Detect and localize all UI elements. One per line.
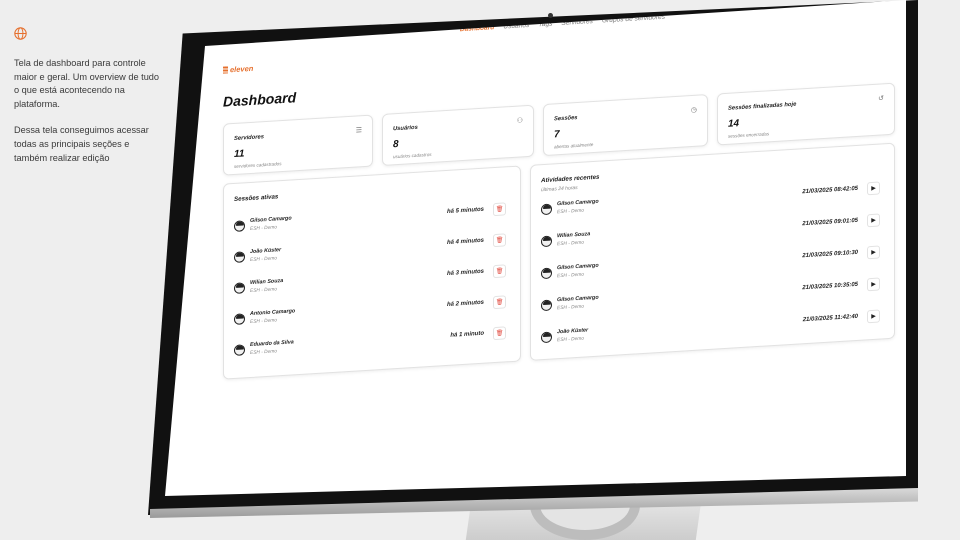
list-item: Eduardo da Silva ESH - Demo há 1 minuto 🗑 (234, 325, 510, 364)
row-time: há 4 minutos (446, 237, 484, 246)
row-time: 21/03/2025 09:01:05 (802, 217, 858, 228)
row-time: 21/03/2025 08:42:05 (802, 185, 858, 196)
users-icon: ⚇ (516, 117, 523, 125)
row-time: 21/03/2025 11:42:40 (802, 313, 858, 324)
user-name: Gilson Camargo (557, 294, 599, 304)
history-icon: ↺ (878, 95, 884, 103)
stat-subtitle: sessões encerradas (728, 131, 770, 139)
user-org: ESH - Demo (557, 272, 584, 280)
dashboard-app: Dashboard Usuários Tags Servidores Grupo… (185, 0, 905, 455)
row-time: há 1 minuto (450, 330, 484, 339)
row-time: 21/03/2025 09:10:30 (802, 249, 858, 260)
user-org: ESH - Demo (250, 256, 277, 264)
stat-label: Servidores (234, 134, 264, 143)
panel-title: Sessões ativas (234, 193, 279, 204)
delete-session-button[interactable]: 🗑 (493, 264, 506, 279)
avatar (541, 299, 552, 312)
stat-subtitle: servidores cadastrados (234, 161, 282, 170)
server-icon: ☰ (355, 127, 362, 135)
play-icon: ▶ (871, 249, 876, 257)
avatar (541, 203, 552, 216)
delete-session-button[interactable]: 🗑 (493, 202, 506, 217)
user-name: Eduardo da Silva (250, 339, 294, 349)
avatar (541, 235, 552, 248)
delete-session-button[interactable]: 🗑 (493, 233, 506, 248)
user-org: ESH - Demo (250, 349, 277, 357)
stat-subtitle: abertas atualmente (554, 142, 594, 150)
stat-subtitle: usuários cadastros (393, 151, 432, 160)
play-icon: ▶ (871, 281, 876, 289)
panel-subtitle: últimas 24 horas (541, 184, 578, 194)
intro-paragraph-2: Dessa tela conseguimos acessar todas as … (14, 125, 149, 163)
open-activity-button[interactable]: ▶ (867, 181, 880, 196)
avatar (541, 267, 552, 280)
panel-title: Atividades recentes (541, 173, 600, 185)
stat-card-sessoes[interactable]: Sessões 7 abertas atualmente ◷ (543, 94, 708, 157)
stat-label: Usuários (393, 124, 418, 133)
trash-icon: 🗑 (495, 330, 504, 337)
user-name: Wilian Souza (250, 277, 284, 287)
trash-icon: 🗑 (495, 268, 504, 275)
stat-value: 8 (393, 138, 399, 151)
stat-label: Sessões (554, 114, 578, 123)
user-name: Gilson Camargo (557, 198, 599, 208)
globe-icon (14, 27, 27, 40)
stat-card-usuarios[interactable]: Usuários 8 usuários cadastros ⚇ (382, 104, 534, 166)
row-time: há 5 minutos (446, 206, 484, 215)
avatar (234, 344, 245, 357)
avatar (234, 251, 245, 264)
avatar (234, 220, 245, 233)
user-org: ESH - Demo (557, 240, 584, 248)
intro-paragraph-1: Tela de dashboard para controle maior e … (14, 58, 160, 109)
stat-value: 11 (234, 148, 245, 161)
avatar (234, 282, 245, 295)
delete-session-button[interactable]: 🗑 (493, 295, 506, 310)
row-time: há 2 minutos (446, 299, 484, 308)
avatar (541, 331, 552, 344)
user-org: ESH - Demo (557, 336, 584, 344)
avatar (234, 313, 245, 326)
intro-text: Tela de dashboard para controle maior e … (14, 57, 164, 178)
trash-icon: 🗑 (495, 299, 504, 306)
user-name: João Küster (250, 247, 282, 256)
app-logo[interactable]: eleven (223, 64, 253, 75)
open-activity-button[interactable]: ▶ (867, 309, 880, 324)
user-name: Wilian Souza (557, 231, 591, 240)
active-sessions-panel: Sessões ativas Gilson Camargo ESH - Demo h… (223, 165, 521, 380)
play-icon: ▶ (871, 313, 876, 321)
recent-activity-panel: Atividades recentes últimas 24 horas Gil… (530, 142, 895, 361)
logo-mark-icon (223, 66, 228, 74)
row-time: há 3 minutos (446, 268, 484, 277)
play-icon: ▶ (871, 217, 876, 225)
user-name: João Küster (557, 327, 589, 336)
open-activity-button[interactable]: ▶ (867, 277, 880, 292)
delete-session-button[interactable]: 🗑 (493, 326, 506, 341)
open-activity-button[interactable]: ▶ (867, 245, 880, 260)
user-org: ESH - Demo (250, 225, 277, 233)
stat-card-sessoes-finalizadas[interactable]: Sessões finalizadas hoje 14 sessões ence… (717, 82, 895, 146)
user-name: Gilson Camargo (557, 262, 599, 272)
user-name: Antonio Camargo (250, 308, 296, 318)
camera-icon (548, 13, 553, 18)
row-time: 21/03/2025 10:35:05 (802, 281, 858, 292)
trash-icon: 🗑 (495, 206, 504, 213)
user-org: ESH - Demo (250, 287, 277, 295)
user-org: ESH - Demo (557, 208, 584, 216)
user-name: Gilson Camargo (250, 215, 292, 225)
user-org: ESH - Demo (557, 304, 584, 312)
trash-icon: 🗑 (495, 237, 504, 244)
stat-value: 7 (554, 129, 560, 141)
stat-label: Sessões finalizadas hoje (728, 101, 797, 112)
page-title: Dashboard (223, 89, 297, 110)
stat-card-servidores[interactable]: Servidores 11 servidores cadastrados ☰ (223, 114, 373, 176)
play-icon: ▶ (871, 185, 876, 193)
logo-text: eleven (230, 63, 254, 75)
open-activity-button[interactable]: ▶ (867, 213, 880, 228)
clock-icon: ◷ (690, 106, 697, 115)
user-org: ESH - Demo (250, 318, 277, 326)
stat-value: 14 (728, 118, 740, 130)
